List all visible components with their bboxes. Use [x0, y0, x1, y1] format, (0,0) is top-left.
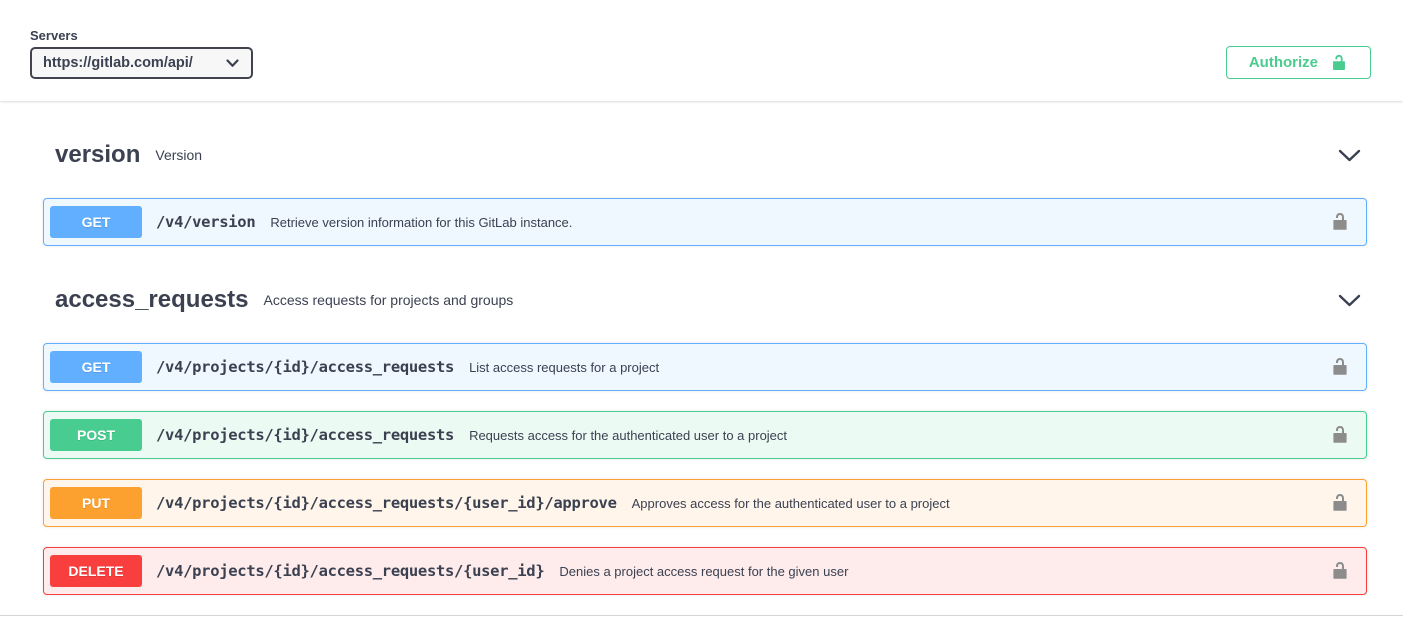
chevron-down-icon	[226, 59, 239, 68]
chevron-down-icon	[1338, 294, 1361, 307]
section-header[interactable]: access_requests Access requests for proj…	[43, 276, 1367, 325]
method-badge: POST	[50, 419, 142, 451]
operation-summary: Requests access for the authenticated us…	[469, 428, 787, 443]
operation-path: /v4/projects/{id}/access_requests	[156, 426, 454, 444]
operation-path: /v4/projects/{id}/access_requests	[156, 358, 454, 376]
authorize-button[interactable]: Authorize	[1226, 46, 1371, 79]
lock-icon	[1330, 561, 1350, 581]
method-badge: GET	[50, 351, 142, 383]
auth-lock-button[interactable]	[1324, 421, 1356, 449]
auth-lock-button[interactable]	[1324, 353, 1356, 381]
section-title: version	[55, 141, 140, 169]
operation-row[interactable]: PUT /v4/projects/{id}/access_requests/{u…	[43, 479, 1367, 527]
operation-row[interactable]: DELETE /v4/projects/{id}/access_requests…	[43, 547, 1367, 595]
section-description: Access requests for projects and groups	[263, 292, 513, 308]
section-description: Version	[155, 147, 202, 163]
servers-section: Servers https://gitlab.com/api/	[30, 28, 253, 79]
operation-summary: List access requests for a project	[469, 360, 659, 375]
lock-icon	[1330, 357, 1350, 377]
servers-label: Servers	[30, 28, 253, 43]
scheme-container: Servers https://gitlab.com/api/ Authoriz…	[0, 0, 1403, 101]
section-toggle-button[interactable]	[1334, 290, 1365, 311]
lock-icon	[1330, 493, 1350, 513]
operation-row[interactable]: GET /v4/version Retrieve version informa…	[43, 198, 1367, 246]
api-sections: version Version GET /v4/version Retrieve…	[0, 131, 1403, 595]
servers-selected-value: https://gitlab.com/api/	[43, 55, 193, 71]
section-title: access_requests	[55, 286, 248, 314]
operation-row[interactable]: GET /v4/projects/{id}/access_requests Li…	[43, 343, 1367, 391]
operation-summary: Denies a project access request for the …	[559, 564, 848, 579]
unlock-icon	[1330, 54, 1348, 72]
authorize-label: Authorize	[1249, 54, 1318, 71]
operation-path: /v4/projects/{id}/access_requests/{user_…	[156, 562, 544, 580]
lock-icon	[1330, 425, 1350, 445]
method-badge: DELETE	[50, 555, 142, 587]
lock-icon	[1330, 212, 1350, 232]
operations: GET /v4/projects/{id}/access_requests Li…	[43, 343, 1367, 595]
api-section: version Version GET /v4/version Retrieve…	[43, 131, 1367, 246]
auth-lock-button[interactable]	[1324, 557, 1356, 585]
method-badge: GET	[50, 206, 142, 238]
section-toggle-button[interactable]	[1334, 145, 1365, 166]
section-header[interactable]: version Version	[43, 131, 1367, 180]
operation-path: /v4/version	[156, 213, 255, 231]
operation-row[interactable]: POST /v4/projects/{id}/access_requests R…	[43, 411, 1367, 459]
operation-summary: Retrieve version information for this Gi…	[270, 215, 572, 230]
operation-summary: Approves access for the authenticated us…	[632, 496, 950, 511]
api-section: access_requests Access requests for proj…	[43, 276, 1367, 595]
operation-path: /v4/projects/{id}/access_requests/{user_…	[156, 494, 617, 512]
chevron-down-icon	[1338, 149, 1361, 162]
servers-select[interactable]: https://gitlab.com/api/	[30, 47, 253, 79]
method-badge: PUT	[50, 487, 142, 519]
auth-lock-button[interactable]	[1324, 208, 1356, 236]
operations: GET /v4/version Retrieve version informa…	[43, 198, 1367, 246]
auth-lock-button[interactable]	[1324, 489, 1356, 517]
